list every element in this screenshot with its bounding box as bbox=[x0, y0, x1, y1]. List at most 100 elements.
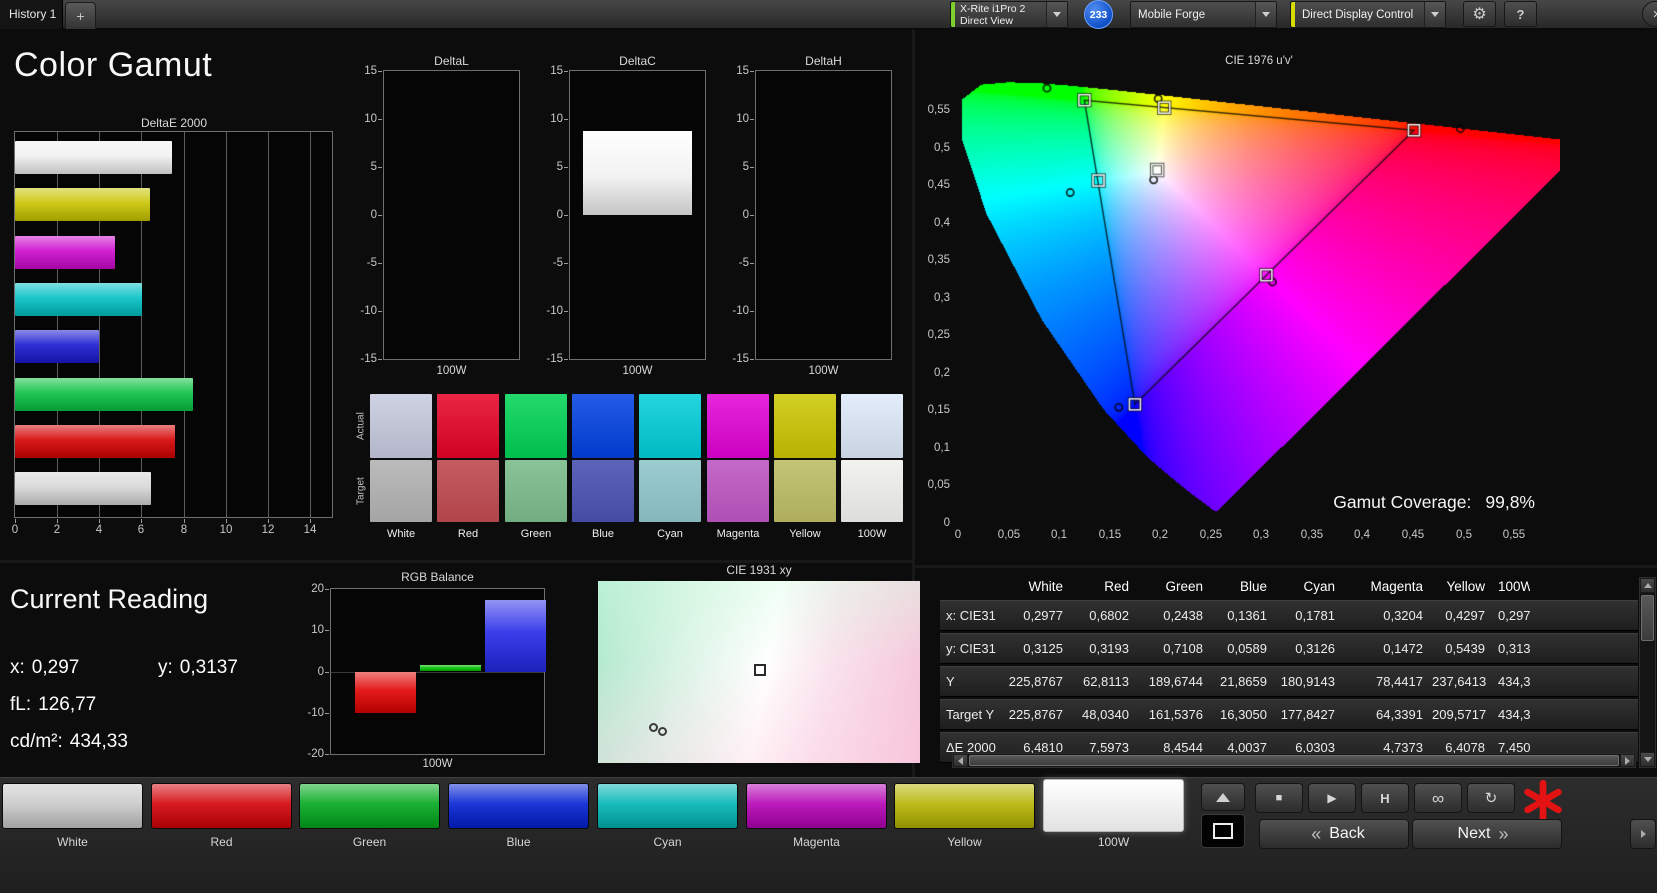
cie-x-tick-label: 0,1 bbox=[1051, 529, 1067, 541]
loop-button[interactable]: ↻ bbox=[1467, 783, 1515, 813]
deltah-y-tick-label: -5 bbox=[738, 257, 749, 269]
gamut-coverage: Gamut Coverage: 99,8% bbox=[958, 492, 1535, 513]
back-button[interactable]: « Back bbox=[1259, 819, 1409, 849]
next-button[interactable]: Next » bbox=[1412, 819, 1562, 849]
table-cell: 434,3300 bbox=[1498, 707, 1530, 722]
reading-y-value: 0,3137 bbox=[179, 657, 238, 678]
column-header-cyan: Cyan bbox=[1303, 578, 1335, 594]
pattern-button-blue[interactable] bbox=[448, 783, 589, 829]
swatch-comparison-panel: Actual Target White Red Green Blue Cyan Magenta… bbox=[352, 390, 908, 542]
table-cell: 78,4417 bbox=[1376, 674, 1423, 689]
column-header-red: Red bbox=[1104, 578, 1129, 594]
table-scroll-right-button[interactable] bbox=[1620, 754, 1635, 767]
panel-divider bbox=[915, 565, 1657, 568]
meter-selector-dropdown[interactable]: X-Rite i1Pro 2 Direct View bbox=[950, 1, 1068, 28]
continuous-button[interactable]: ∞ bbox=[1414, 783, 1462, 813]
deltac-y-tick-label: -10 bbox=[546, 305, 563, 317]
deltal-y-tick-mark bbox=[378, 215, 382, 216]
history-tab[interactable]: History 1 bbox=[0, 0, 63, 29]
close-button[interactable]: × bbox=[1642, 1, 1657, 27]
pattern-button-white[interactable] bbox=[2, 783, 143, 829]
deltae-x-tick-label: 10 bbox=[219, 524, 233, 536]
deltal-y-tick-mark bbox=[378, 311, 382, 312]
chevron-down-icon[interactable] bbox=[1255, 2, 1276, 27]
pattern-label-white: White bbox=[57, 835, 88, 849]
table-scroll-up-button[interactable] bbox=[1640, 578, 1655, 593]
cie-y-tick-label: 0,25 bbox=[927, 329, 950, 341]
pattern-window-button[interactable]: H bbox=[1361, 783, 1409, 813]
pattern-list-up-button[interactable] bbox=[1201, 783, 1245, 811]
cie-y-tick-label: 0,2 bbox=[934, 367, 950, 379]
table-scroll-left-button[interactable] bbox=[953, 754, 968, 767]
reading-x: x: 0,297 bbox=[10, 657, 79, 679]
display-control-dropdown[interactable]: Direct Display Control bbox=[1290, 1, 1446, 28]
deltae-bar-cyan bbox=[15, 283, 142, 316]
cie-y-tick-label: 0,3 bbox=[934, 292, 950, 304]
help-button[interactable]: ? bbox=[1504, 1, 1537, 27]
table-vertical-scrollbar[interactable] bbox=[1639, 577, 1656, 768]
deltah-y-tick-label: 10 bbox=[736, 113, 749, 125]
deltac-y-tick-mark bbox=[564, 119, 568, 120]
page-title: Color Gamut bbox=[14, 46, 213, 84]
pattern-button-cyan[interactable] bbox=[597, 783, 738, 829]
settings-button[interactable] bbox=[1463, 1, 1496, 27]
pattern-scroll-right-button[interactable] bbox=[1630, 819, 1656, 849]
chevron-down-icon[interactable] bbox=[1424, 2, 1445, 27]
table-horizontal-scrollbar[interactable] bbox=[952, 753, 1636, 768]
deltae-bar-100w bbox=[15, 141, 172, 174]
deltal-y-tick-label: 0 bbox=[370, 209, 377, 221]
column-header-green: Green bbox=[1165, 578, 1203, 594]
deltac-y-tick-mark bbox=[564, 311, 568, 312]
deltah-y-tick-mark bbox=[750, 263, 754, 264]
pattern-button-green[interactable] bbox=[299, 783, 440, 829]
table-cell: 0,2970 bbox=[1498, 608, 1530, 623]
pattern-window-button[interactable] bbox=[1201, 814, 1245, 848]
measurement-count-badge[interactable]: 233 bbox=[1084, 0, 1113, 29]
deltal-y-tick-label: -10 bbox=[360, 305, 377, 317]
pattern-button-yellow[interactable] bbox=[894, 783, 1035, 829]
pattern-label-cyan: Cyan bbox=[653, 835, 682, 849]
deltac-y-tick-label: -15 bbox=[546, 353, 563, 365]
table-cell: 64,3391 bbox=[1376, 707, 1423, 722]
deltae-bar-blue bbox=[15, 330, 99, 363]
swatch-column-label: Cyan bbox=[657, 528, 683, 540]
table-cell: 21,8659 bbox=[1220, 674, 1267, 689]
deltah-y-tick-mark bbox=[750, 71, 754, 72]
meter-mode: Direct View bbox=[960, 14, 1013, 27]
pattern-source-dropdown[interactable]: Mobile Forge bbox=[1130, 1, 1277, 28]
deltac-y-tick-mark bbox=[564, 71, 568, 72]
pattern-button-100w[interactable] bbox=[1043, 779, 1184, 832]
deltac-y-tick-label: -5 bbox=[552, 257, 563, 269]
deltae-x-tick-label: 8 bbox=[180, 524, 188, 536]
loop-icon: ↻ bbox=[1484, 789, 1498, 807]
add-history-tab-button[interactable]: + bbox=[65, 2, 96, 29]
table-h-scroll-thumb[interactable] bbox=[969, 755, 1619, 766]
column-header-blue: Blue bbox=[1239, 578, 1267, 594]
deltah-y-tick-label: -15 bbox=[732, 353, 749, 365]
back-chevron-icon: « bbox=[1311, 824, 1322, 844]
table-cell: 209,5717 bbox=[1432, 707, 1487, 722]
pattern-label-red: Red bbox=[210, 835, 233, 849]
gear-icon bbox=[1472, 4, 1486, 24]
deltae-bar-magenta bbox=[15, 236, 115, 269]
play-button[interactable]: ▶ bbox=[1308, 783, 1356, 813]
pattern-button-magenta[interactable] bbox=[746, 783, 887, 829]
reading-cd-value: 434,33 bbox=[69, 731, 128, 752]
stop-button[interactable]: ■ bbox=[1255, 783, 1303, 813]
swatch-actual-cyan bbox=[639, 394, 701, 458]
table-row: Y 225,8767 62,8113 189,6744 21,8659 180,9143 7… bbox=[940, 666, 1638, 697]
table-v-scroll-thumb[interactable] bbox=[1641, 595, 1654, 641]
deltae-x-tick-mark bbox=[268, 519, 269, 523]
rgb-bar-blue bbox=[485, 600, 546, 672]
deltae-x-tick-label: 6 bbox=[137, 524, 145, 536]
chevron-down-icon[interactable] bbox=[1046, 2, 1067, 27]
table-cell: 161,5376 bbox=[1148, 707, 1203, 722]
table-scroll-down-button[interactable] bbox=[1640, 752, 1655, 767]
rgb-y-tick-mark bbox=[325, 713, 329, 714]
deltae-x-tick-mark bbox=[226, 519, 227, 523]
swatch-column-label: Magenta bbox=[716, 528, 760, 540]
rgb-balance-title: RGB Balance bbox=[401, 570, 474, 584]
row-label: y: CIE31 bbox=[946, 641, 996, 656]
pattern-button-red[interactable] bbox=[151, 783, 292, 829]
cie-y-tick-label: 0,05 bbox=[927, 479, 950, 491]
